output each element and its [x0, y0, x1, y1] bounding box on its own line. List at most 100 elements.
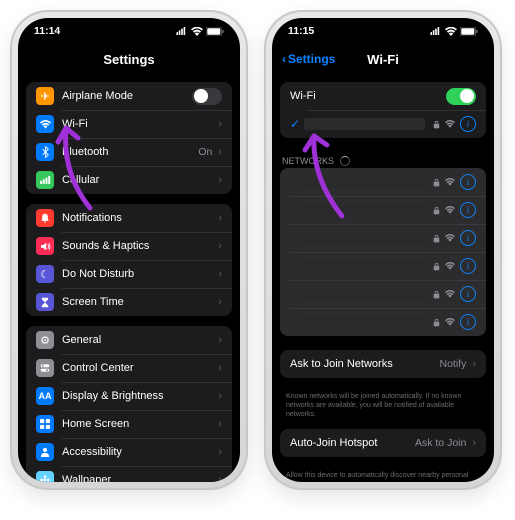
- toggle[interactable]: [192, 88, 222, 105]
- cellular-icon: [36, 171, 54, 189]
- wifi-label: Wi-Fi: [290, 90, 446, 102]
- wifi-status-icon: [445, 27, 457, 36]
- chevron-right-icon: ›: [218, 296, 222, 308]
- home-screen-icon: [36, 415, 54, 433]
- chevron-right-icon: ›: [218, 118, 222, 130]
- phone-left: 11:14 Settings ✈Airplane ModeWi-Fi›Bluet…: [10, 10, 248, 490]
- row-value: On: [198, 146, 212, 158]
- screen-time-icon: [36, 293, 54, 311]
- lock-icon: [433, 120, 440, 129]
- hotspot-group: Auto-Join Hotspot Ask to Join ›: [280, 429, 486, 457]
- network-indicators: i: [433, 314, 476, 330]
- settings-row-sounds-haptics[interactable]: Sounds & Haptics›: [26, 232, 232, 260]
- chevron-right-icon: ›: [218, 474, 222, 482]
- settings-row-screen-time[interactable]: Screen Time›: [26, 288, 232, 316]
- control-center-icon: [36, 359, 54, 377]
- info-button[interactable]: i: [460, 286, 476, 302]
- hotspot-row[interactable]: Auto-Join Hotspot Ask to Join ›: [280, 429, 486, 457]
- chevron-right-icon: ›: [472, 358, 476, 370]
- wifi-toggle[interactable]: [446, 88, 476, 105]
- settings-row-home-screen[interactable]: Home Screen›: [26, 410, 232, 438]
- network-indicators: i: [433, 258, 476, 274]
- row-label: General: [62, 334, 218, 346]
- navbar: Settings: [18, 44, 240, 74]
- group-sounds: Notifications›Sounds & Haptics›☾Do Not D…: [26, 204, 232, 316]
- info-button[interactable]: i: [460, 258, 476, 274]
- settings-row-accessibility[interactable]: Accessibility›: [26, 438, 232, 466]
- network-name-redacted: [304, 260, 425, 272]
- settings-row-notifications[interactable]: Notifications›: [26, 204, 232, 232]
- lock-icon: [433, 206, 440, 215]
- settings-row-cellular[interactable]: Cellular›: [26, 166, 232, 194]
- wifi-content[interactable]: Wi-Fi ✓ i NETWORKS iiiiii: [272, 74, 494, 482]
- status-time: 11:15: [288, 25, 314, 37]
- info-button[interactable]: i: [460, 314, 476, 330]
- network-row[interactable]: i: [280, 280, 486, 308]
- back-button[interactable]: ‹ Settings: [282, 52, 335, 66]
- battery-icon: [460, 27, 478, 36]
- chevron-right-icon: ›: [218, 362, 222, 374]
- settings-row-airplane-mode[interactable]: ✈Airplane Mode: [26, 82, 232, 110]
- row-label: Cellular: [62, 174, 218, 186]
- row-label: Bluetooth: [62, 146, 198, 158]
- row-label: Home Screen: [62, 418, 218, 430]
- settings-row-general[interactable]: ⚙ General›: [26, 326, 232, 354]
- back-label: Settings: [288, 52, 335, 66]
- chevron-right-icon: ›: [218, 446, 222, 458]
- notch: [331, 18, 436, 36]
- info-button[interactable]: i: [460, 202, 476, 218]
- network-name-redacted: [304, 176, 425, 188]
- chevron-right-icon: ›: [218, 146, 222, 158]
- lock-icon: [433, 178, 440, 187]
- network-indicators: i: [433, 174, 476, 190]
- chevron-right-icon: ›: [218, 268, 222, 280]
- chevron-right-icon: ›: [472, 437, 476, 449]
- accessibility-icon: [36, 443, 54, 461]
- wifi-icon: [445, 261, 455, 271]
- wifi-icon: [445, 119, 455, 129]
- network-indicators: i: [433, 202, 476, 218]
- ask-join-label: Ask to Join Networks: [290, 358, 439, 370]
- general-icon: ⚙: [36, 331, 54, 349]
- wifi-toggle-row[interactable]: Wi-Fi: [280, 82, 486, 110]
- battery-icon: [206, 27, 224, 36]
- row-label: Screen Time: [62, 296, 218, 308]
- settings-row-control-center[interactable]: Control Center›: [26, 354, 232, 382]
- network-name-redacted: [304, 232, 425, 244]
- wifi-icon: [445, 177, 455, 187]
- settings-row-do-not-disturb[interactable]: ☾Do Not Disturb›: [26, 260, 232, 288]
- settings-row-wallpaper[interactable]: Wallpaper›: [26, 466, 232, 482]
- row-label: Wallpaper: [62, 474, 218, 482]
- screen-left: 11:14 Settings ✈Airplane ModeWi-Fi›Bluet…: [18, 18, 240, 482]
- info-button[interactable]: i: [460, 174, 476, 190]
- settings-row-bluetooth[interactable]: BluetoothOn ›: [26, 138, 232, 166]
- hotspot-value: Ask to Join: [415, 437, 466, 449]
- settings-row-display-brightness[interactable]: AADisplay & Brightness›: [26, 382, 232, 410]
- status-time: 11:14: [34, 25, 60, 37]
- lock-icon: [433, 234, 440, 243]
- lock-icon: [433, 262, 440, 271]
- info-button[interactable]: i: [460, 230, 476, 246]
- networks-label: NETWORKS: [282, 156, 334, 166]
- info-button[interactable]: i: [460, 116, 476, 132]
- network-row[interactable]: i: [280, 168, 486, 196]
- network-row[interactable]: i: [280, 224, 486, 252]
- row-label: Airplane Mode: [62, 90, 192, 102]
- status-icons: [430, 27, 478, 36]
- network-row[interactable]: i: [280, 196, 486, 224]
- networks-header: NETWORKS: [272, 148, 494, 168]
- settings-row-wi-fi[interactable]: Wi-Fi›: [26, 110, 232, 138]
- settings-list[interactable]: ✈Airplane ModeWi-Fi› BluetoothOn › Cellular…: [18, 74, 240, 482]
- network-row[interactable]: i: [280, 252, 486, 280]
- chevron-right-icon: ›: [218, 418, 222, 430]
- page-title: Settings: [103, 52, 154, 67]
- chevron-right-icon: ›: [218, 334, 222, 346]
- chevron-right-icon: ›: [218, 240, 222, 252]
- row-label: Display & Brightness: [62, 390, 218, 402]
- network-row[interactable]: i: [280, 308, 486, 336]
- connected-network-row[interactable]: ✓ i: [280, 110, 486, 138]
- ask-join-row[interactable]: Ask to Join Networks Notify ›: [280, 350, 486, 378]
- display-icon: AA: [36, 387, 54, 405]
- network-name-redacted: [304, 204, 425, 216]
- bluetooth-icon: [36, 143, 54, 161]
